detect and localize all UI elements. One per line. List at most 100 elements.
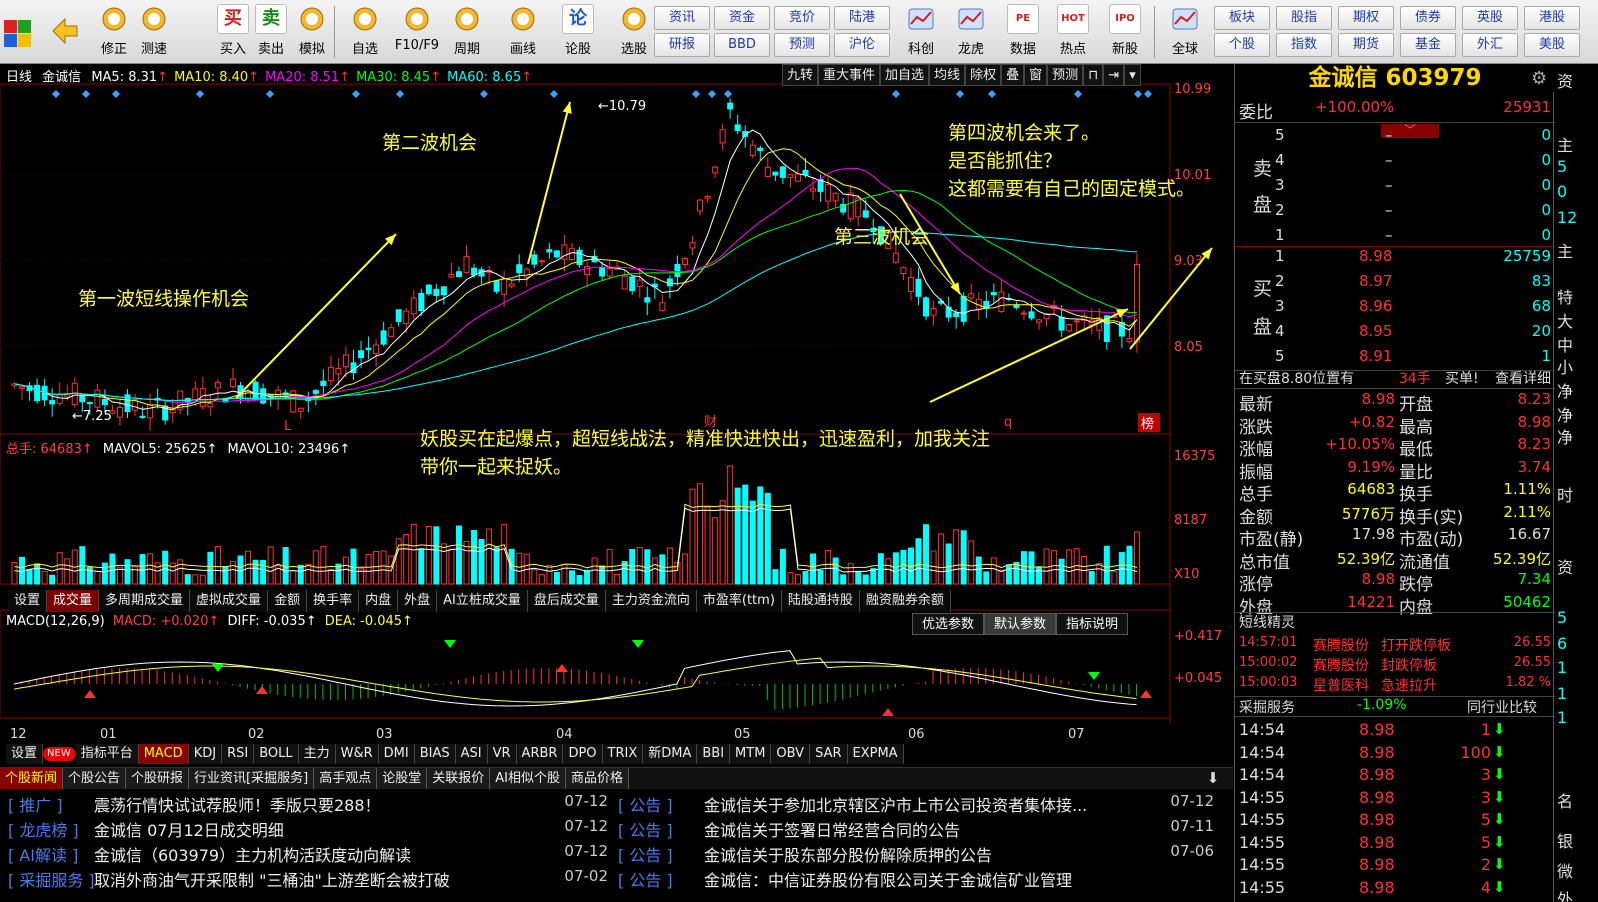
news-tab[interactable]: 个股研报 [126,768,190,789]
volume-tab[interactable]: 金额 [268,590,308,612]
indicator-tab[interactable]: BBI [697,744,731,764]
indicator-tab[interactable]: SAR [810,744,848,764]
volume-tab[interactable]: 市盈率(ttm) [696,590,782,612]
market-link-button[interactable]: 港股 [1524,6,1580,30]
market-link-button[interactable]: 个股 [1214,33,1270,57]
volume-tab[interactable]: 融资融券余额 [859,590,951,612]
indicator-tab[interactable]: 新DMA [643,744,698,764]
announcement-item[interactable]: [ 公告 ] 金诚信关于股东部分股份解除质押的公告 07-06 [618,842,1214,867]
quicklink-button[interactable]: 竞价 [774,6,830,30]
indicator-tab[interactable]: KDJ [188,744,223,764]
news-tab[interactable]: 关联报价 [427,768,491,789]
indicator-tab[interactable]: BIAS [414,744,456,764]
news-item[interactable]: [ 采掘服务 ]取消外商油气开采限制 "三桶油"上游垄断会被打破 07-02 [8,867,608,892]
volume-tab[interactable]: 设置 [8,590,48,612]
indicator-tab[interactable]: OBV [771,744,811,764]
quicklink-button[interactable]: 预测 [774,33,830,57]
toolbar-up-down-button[interactable]: 修正 [94,2,134,62]
news-tab[interactable]: 个股新闻 [0,768,64,789]
news-tab[interactable]: 商品价格 [565,768,629,789]
volume-tab[interactable]: 换手率 [307,590,360,612]
news-tab[interactable]: AI相似个股 [490,768,566,789]
chart-top-button[interactable]: 除权 [965,64,1002,86]
market-link-button[interactable]: 债券 [1400,6,1456,30]
market-link-button[interactable]: 期权 [1338,6,1394,30]
indicator-tab[interactable]: RSI [222,744,255,764]
market-link-button[interactable]: 指数 [1276,33,1332,57]
indicator-tab[interactable]: ARBR [516,744,564,764]
spirit-stock[interactable]: 赛腾股份 [1313,635,1369,655]
toolbar-ipo-button[interactable]: IPO 新股 [1100,2,1150,62]
volume-tab[interactable]: 内盘 [359,590,399,612]
toolbar-sell-button[interactable]: 卖卖出 [252,2,290,62]
volume-tab[interactable]: 虚拟成交量 [190,590,269,612]
chart-marker[interactable]: q [1004,415,1012,430]
chart-marker[interactable]: L [284,419,292,434]
toolbar-info-button[interactable]: F10/F9 [390,2,444,62]
indicator-tab[interactable]: DPO [563,744,603,764]
quicklink-button[interactable]: 研报 [654,33,710,57]
news-tab[interactable]: 论股堂 [377,768,428,789]
view-detail-link[interactable]: 查看详细 [1495,368,1551,388]
news-tab[interactable]: 高手观点 [314,768,378,789]
toolbar-search-chart-button[interactable]: 选股 [608,2,660,62]
toolbar-buy-button[interactable]: 买买入 [214,2,252,62]
indicator-tab[interactable]: EXPMA [847,744,904,764]
announcement-item[interactable]: [ 公告 ] 金诚信关于签署日常经营合同的公告 07-11 [618,817,1214,842]
toolbar-hot-button[interactable]: HOT 热点 [1048,2,1098,62]
volume-tab[interactable]: 主力资金流向 [605,590,697,612]
announcement-item[interactable]: [ 公告 ] 金诚信：中信证券股份有限公司关于金诚信矿业管理 [618,867,1214,892]
toolbar-back-arrow-button[interactable] [42,2,88,62]
news-item[interactable]: [ 推广 ] 震荡行情快试试荐股师！季版只要288！ 07-12 [8,792,608,817]
market-link-button[interactable]: 美股 [1524,33,1580,57]
market-link-button[interactable]: 外汇 [1462,33,1518,57]
spirit-stock[interactable]: 赛腾股份 [1313,655,1369,675]
indicator-tab[interactable]: ASI [455,744,488,764]
toolbar-chart-button[interactable]: 科创 [896,2,946,62]
quicklink-button[interactable]: 陆港 [834,6,890,30]
toolbar-clock-button[interactable]: 周期 [442,2,492,62]
volume-tab[interactable]: 盘后成交量 [527,590,606,612]
market-link-button[interactable]: 基金 [1400,33,1456,57]
volume-tab[interactable]: 外盘 [398,590,438,612]
chart-top-button[interactable]: ⊓ [1083,64,1104,86]
chart-top-button[interactable]: 窗 [1024,64,1048,86]
volume-tab[interactable]: AI立桩成交量 [437,590,528,612]
toolbar-globe-button[interactable]: 全球 [1160,2,1210,62]
download-icon[interactable]: ⬇ [1204,769,1222,787]
indicator-tab[interactable]: 指标平台 [75,744,139,764]
toolbar-hammer-button[interactable]: 模拟 [292,2,332,62]
indicator-tab[interactable]: TRIX [602,744,644,764]
volume-tab[interactable]: 多周期成交量 [99,590,191,612]
indicator-tab[interactable]: VR [487,744,517,764]
indicator-tab[interactable]: W&R [335,744,379,764]
quicklink-button[interactable]: 资金 [714,6,770,30]
news-tab[interactable]: 行业资讯[采掘服务] [189,768,315,789]
volume-tab[interactable]: 成交量 [47,590,100,612]
indicator-tab[interactable]: 设置 [6,744,44,764]
macd-param-button[interactable]: 优选参数 [912,613,985,635]
chart-top-button[interactable]: 九转 [782,64,819,86]
news-item[interactable]: [ 龙虎榜 ] 金诚信 07月12日成交明细 07-12 [8,817,608,842]
toolbar-discuss-button[interactable]: 论论股 [554,2,602,62]
indicator-tab[interactable]: 主力 [298,744,336,764]
toolbar-pe-button[interactable]: PE 数据 [998,2,1048,62]
macd-param-button[interactable]: 默认参数 [984,613,1057,635]
quicklink-button[interactable]: BBD [714,33,770,57]
chart-top-button[interactable]: ⇥ [1103,64,1125,86]
macd-param-button[interactable]: 指标说明 [1056,613,1129,635]
chart-top-button[interactable]: ▾ [1124,64,1141,86]
news-tab[interactable]: 个股公告 [63,768,127,789]
chart-top-button[interactable]: 预测 [1047,64,1084,86]
spirit-stock[interactable]: 星普医科 [1313,675,1369,695]
indicator-tab[interactable]: MACD [138,744,189,764]
quicklink-button[interactable]: 资讯 [654,6,710,30]
rank-marker[interactable]: 榜 [1141,416,1154,432]
chart-top-button[interactable]: 加自选 [880,64,930,86]
quicklink-button[interactable]: 沪伦 [834,33,890,57]
market-link-button[interactable]: 英股 [1462,6,1518,30]
toolbar-pencil-button[interactable]: 画线 [496,2,550,62]
chart-top-button[interactable]: 叠 [1001,64,1025,86]
indicator-tab[interactable]: BOLL [254,744,299,764]
settings-gear-icon[interactable]: ⚙ [1531,68,1547,89]
